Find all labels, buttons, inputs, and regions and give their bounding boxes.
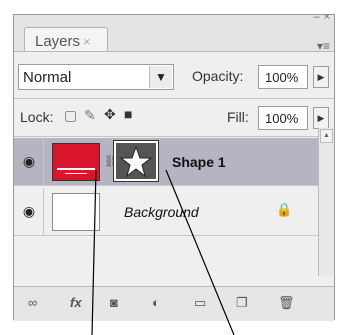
eye-icon[interactable]: ◉ [20, 202, 38, 220]
lock-transparent-icon[interactable]: ▢ [64, 107, 77, 124]
star-icon [119, 145, 153, 178]
layer-fill-thumbnail[interactable] [52, 143, 100, 181]
layers-panel: – × Layers × ▾≡ Normal ▼ Opacity: 100% ▶ L… [13, 12, 335, 321]
link-layers-icon[interactable]: ∞ [28, 295, 37, 310]
group-icon[interactable]: ▭ [194, 295, 206, 311]
scrollbar[interactable]: ▲ [318, 128, 334, 276]
opacity-stepper[interactable]: ▶ [313, 66, 329, 88]
mask-icon[interactable]: ◙ [110, 295, 118, 310]
layers-body: Normal ▼ Opacity: 100% ▶ Lock: ▢ ✎ ✥ ■ F… [14, 51, 334, 321]
layer-name[interactable]: Background [124, 204, 199, 220]
opacity-label: Opacity: [192, 68, 244, 84]
fill-label: Fill: [227, 109, 249, 125]
close-panel-icon[interactable]: × [324, 12, 330, 23]
lock-icon: 🔒 [276, 202, 293, 217]
blend-mode-value: Normal [23, 69, 72, 86]
window-controls: – × [309, 12, 330, 23]
scroll-up-icon[interactable]: ▲ [320, 129, 333, 143]
eye-icon[interactable]: ◉ [20, 152, 38, 170]
layer-thumbnail[interactable] [52, 193, 100, 231]
trash-icon[interactable]: 🗑 [278, 295, 295, 311]
collapse-icon[interactable]: – [313, 12, 319, 23]
layer-row-background[interactable]: ◉ Background 🔒 [14, 188, 318, 236]
fx-icon[interactable]: fx [70, 295, 82, 310]
tab-close-icon[interactable]: × [83, 34, 91, 49]
divider [14, 136, 334, 137]
blend-mode-select[interactable]: Normal ▼ [18, 64, 174, 90]
opacity-field[interactable]: 100% [258, 65, 308, 89]
lock-position-icon[interactable]: ✥ [104, 106, 116, 123]
lock-image-icon[interactable]: ✎ [84, 107, 96, 124]
layer-name[interactable]: Shape 1 [172, 154, 226, 170]
layer-row-shape-1[interactable]: ◉ ⛓ Shape 1 [14, 138, 318, 186]
fill-stepper[interactable]: ▶ [313, 107, 329, 129]
lock-all-icon[interactable]: ■ [124, 106, 132, 122]
lock-label: Lock: [20, 109, 54, 125]
adjustment-icon[interactable]: ◐ [152, 295, 160, 310]
tab-layers[interactable]: Layers × [24, 27, 108, 52]
chevron-down-icon[interactable]: ▼ [149, 66, 172, 88]
fill-field[interactable]: 100% [258, 106, 308, 130]
layers-footer: ∞ fx ◙ ◐ ▭ ❐ 🗑 [14, 286, 334, 321]
new-layer-icon[interactable]: ❐ [236, 295, 248, 311]
divider [14, 98, 334, 99]
vector-mask-thumbnail[interactable] [113, 140, 159, 182]
tab-label: Layers [35, 33, 81, 50]
